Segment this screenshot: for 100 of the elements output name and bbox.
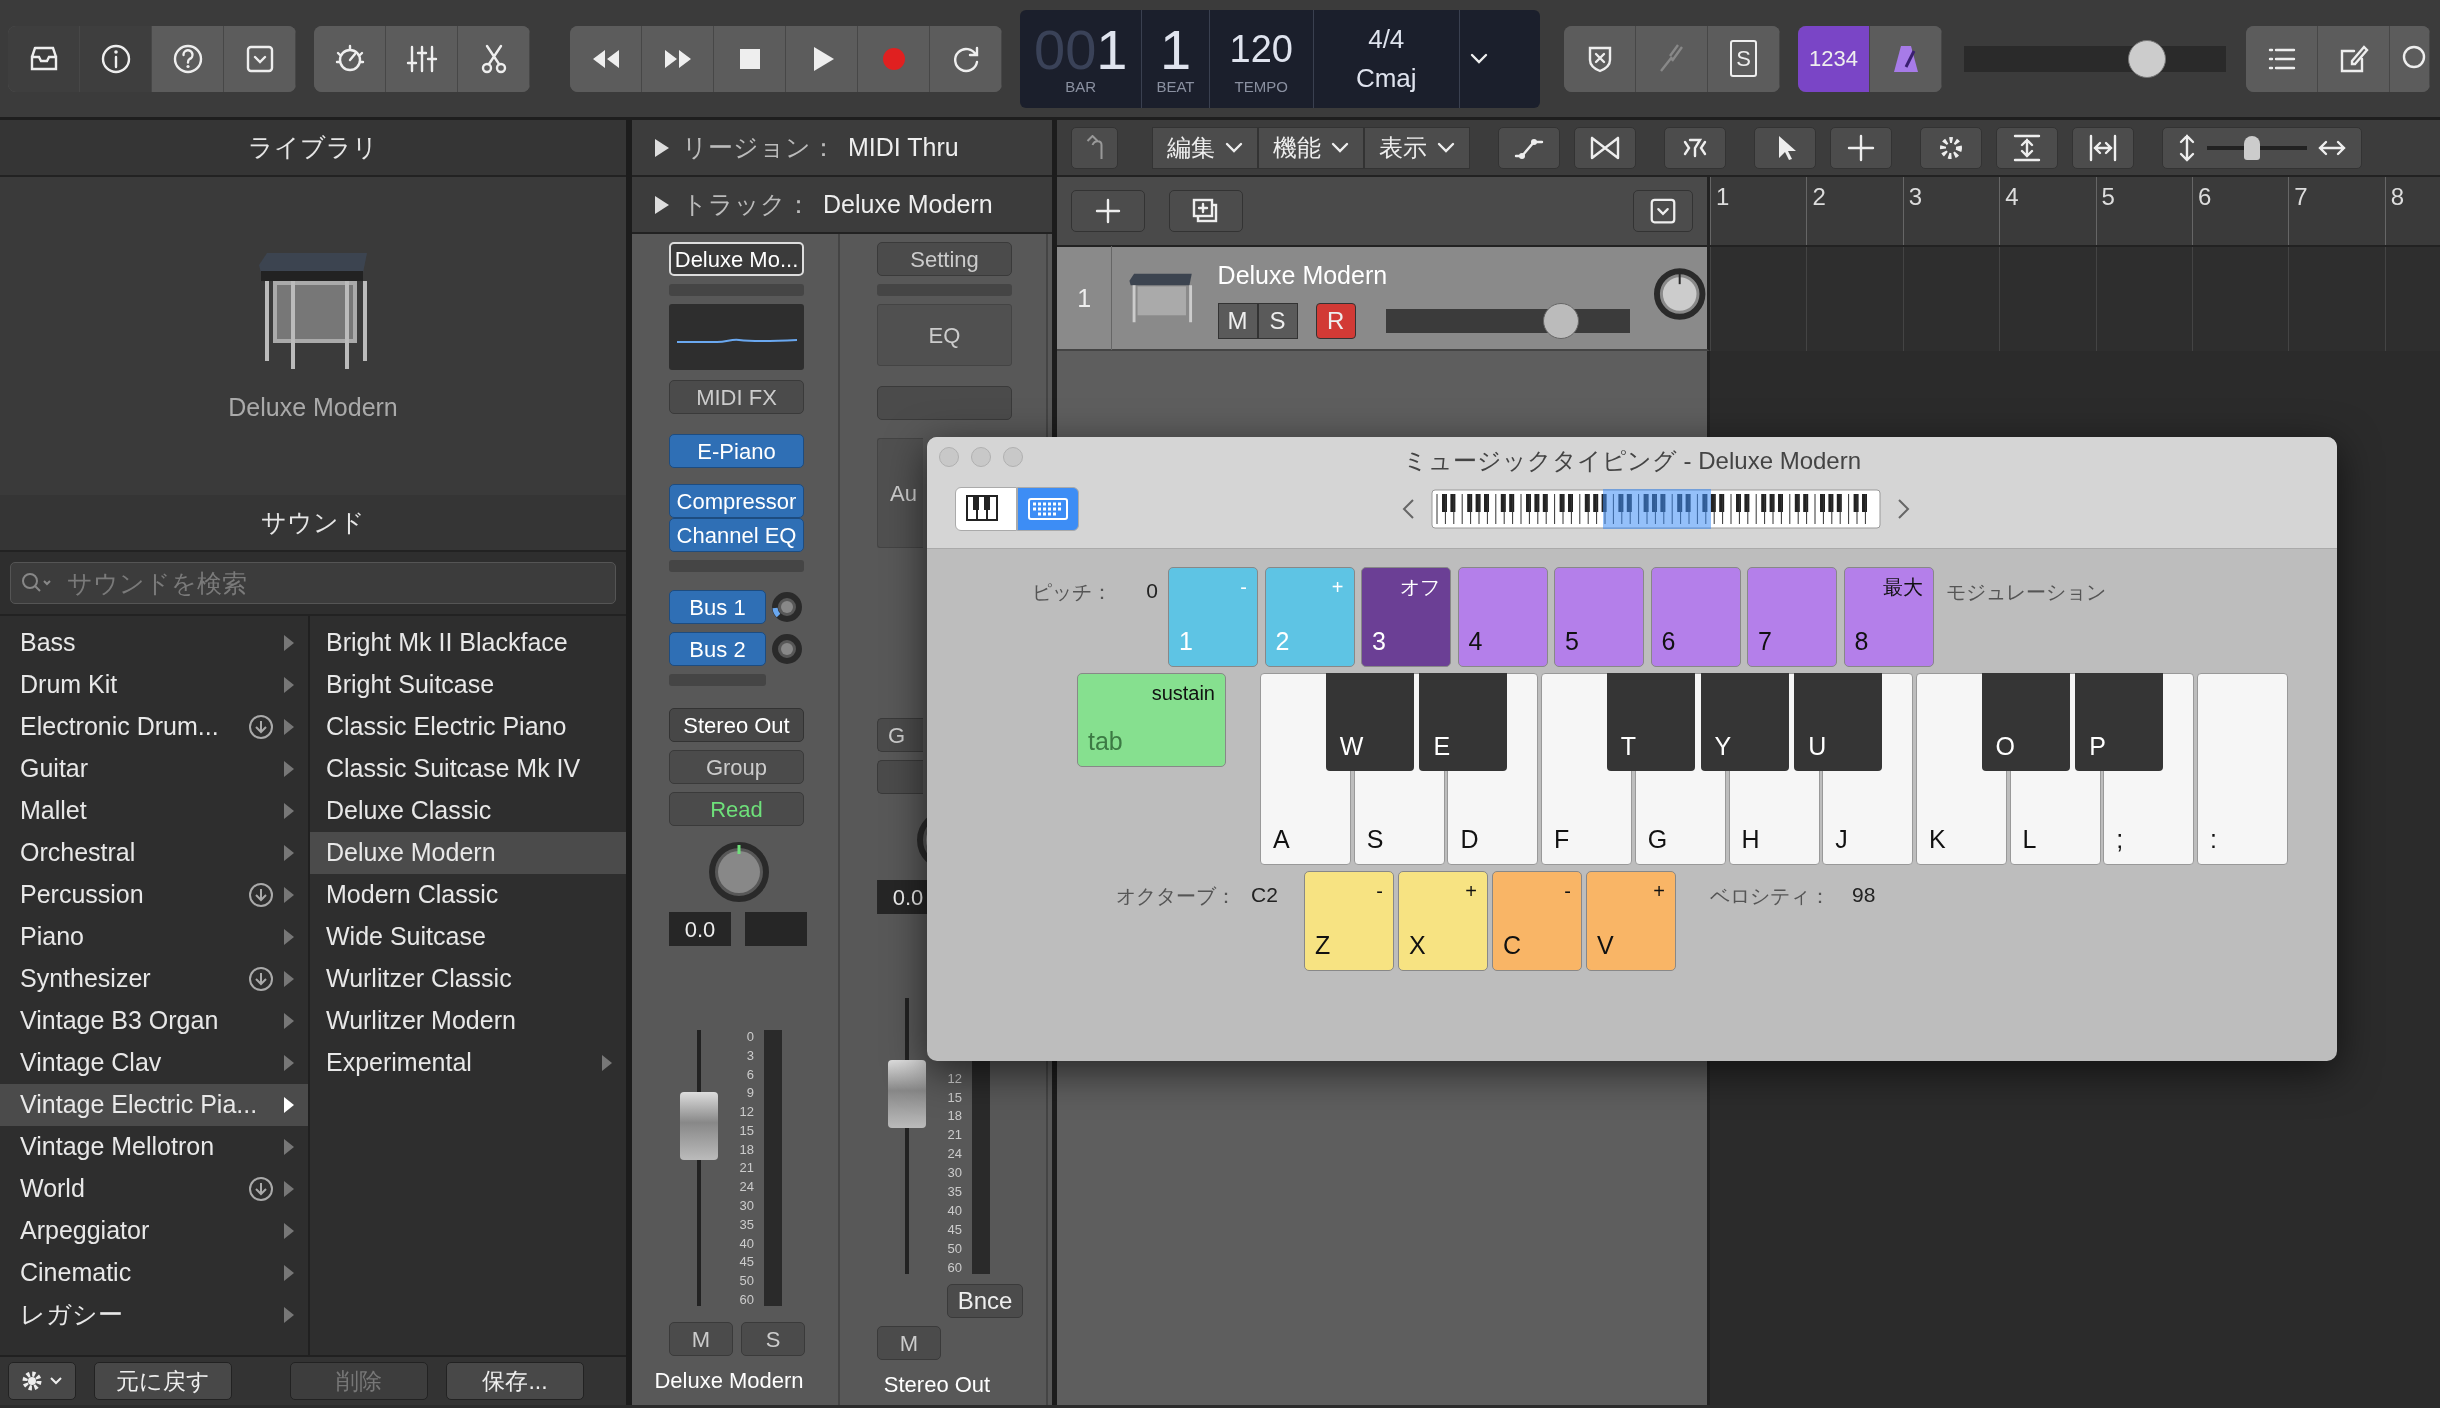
key-button[interactable]: + X — [1398, 871, 1488, 971]
key-button[interactable]: 最大 8 — [1843, 567, 1934, 667]
piano-key[interactable]: O — [1981, 673, 2070, 771]
preset-item[interactable]: Modern Classic — [310, 874, 626, 916]
footer-button[interactable]: 元に戻す — [94, 1362, 232, 1400]
category-item[interactable]: Arpeggiator — [0, 1210, 308, 1252]
gear-button[interactable] — [1920, 126, 1982, 169]
category-item[interactable]: Bass — [0, 622, 308, 664]
slider-thumb[interactable] — [1543, 302, 1580, 339]
category-item[interactable]: Mallet — [0, 790, 308, 832]
preset-item[interactable]: Deluxe Modern — [310, 832, 626, 874]
filter-button[interactable] — [1664, 126, 1726, 169]
category-item[interactable]: Vintage Clav — [0, 1042, 308, 1084]
footer-button[interactable]: 保存... — [446, 1362, 584, 1400]
category-item[interactable]: Vintage Electric Pia... — [0, 1084, 308, 1126]
category-item[interactable]: Vintage B3 Organ — [0, 1000, 308, 1042]
menu-button[interactable]: 表示 — [1364, 126, 1470, 169]
mute-button[interactable]: M — [1217, 302, 1258, 339]
automation-button[interactable] — [1498, 126, 1560, 169]
sustain-key[interactable]: sustain tab — [1077, 673, 1226, 767]
send-slot[interactable]: Bus 2 — [669, 632, 766, 666]
input-mode-button[interactable] — [1017, 487, 1079, 531]
preset-item[interactable]: Wurlitzer Classic — [310, 958, 626, 1000]
preset-item[interactable]: Classic Electric Piano — [310, 706, 626, 748]
rewind-button[interactable] — [570, 25, 642, 92]
key-button[interactable]: 5 — [1554, 567, 1644, 667]
preset-item[interactable]: Wurlitzer Modern — [310, 1000, 626, 1042]
category-item[interactable]: Orchestral — [0, 832, 308, 874]
back-button[interactable] — [1071, 126, 1118, 169]
count-in-button[interactable]: 1234 — [1798, 25, 1870, 92]
category-item[interactable]: Cinematic — [0, 1252, 308, 1294]
flex-button[interactable] — [1574, 126, 1636, 169]
bounce-button[interactable]: Bnce — [947, 1284, 1023, 1318]
automation-mode-button[interactable]: Read — [669, 792, 804, 826]
slider-thumb[interactable] — [2244, 135, 2260, 160]
category-item[interactable]: Drum Kit — [0, 664, 308, 706]
audio-fx-slot[interactable]: Channel EQ — [669, 518, 804, 552]
preset-item[interactable]: Classic Suitcase Mk IV — [310, 748, 626, 790]
preset-item[interactable]: Bright Suitcase — [310, 664, 626, 706]
mute-button[interactable]: M — [877, 1326, 941, 1360]
key-button[interactable]: 6 — [1650, 567, 1741, 667]
category-item[interactable]: レガシー — [0, 1294, 308, 1336]
piano-key[interactable]: T — [1606, 673, 1695, 771]
vertical-fit-button[interactable] — [1996, 126, 2058, 169]
track-header[interactable]: 1 Deluxe Modern M S R — [1057, 247, 1710, 351]
category-item[interactable]: Vintage Mellotron — [0, 1126, 308, 1168]
group-slot[interactable]: G — [877, 718, 923, 752]
dial-button[interactable] — [314, 25, 386, 92]
list-button[interactable] — [2246, 25, 2318, 92]
duplicate-track-button[interactable] — [1169, 190, 1243, 232]
piano-key[interactable]: W — [1325, 673, 1414, 771]
preset-item[interactable]: Wide Suitcase — [310, 916, 626, 958]
add-track-button[interactable] — [1071, 190, 1145, 232]
settings-button[interactable] — [8, 1362, 76, 1400]
piano-key[interactable]: P — [2075, 673, 2164, 771]
key-button[interactable]: + V — [1586, 871, 1676, 971]
pointer-button[interactable] — [1754, 126, 1816, 169]
piano-key[interactable]: U — [1794, 673, 1883, 771]
slider-thumb[interactable] — [2128, 39, 2167, 78]
horizontal-fit-button[interactable] — [2072, 126, 2134, 169]
output-slot[interactable]: Stereo Out — [669, 708, 804, 742]
piano-key[interactable]: E — [1419, 673, 1508, 771]
preset-item[interactable]: Deluxe Classic — [310, 790, 626, 832]
menu-button[interactable]: 機能 — [1258, 126, 1364, 169]
key-button[interactable]: - C — [1492, 871, 1582, 971]
category-item[interactable]: Guitar — [0, 748, 308, 790]
record-enable-button[interactable]: R — [1315, 302, 1356, 339]
keyboard-range-selector[interactable] — [1431, 489, 1881, 529]
mute-button[interactable]: M — [669, 1322, 733, 1356]
menu-button[interactable]: 編集 — [1152, 126, 1258, 169]
zoom-slider[interactable] — [2162, 126, 2362, 169]
input-mode-button[interactable] — [955, 487, 1017, 531]
search-field[interactable]: サウンドを検索 — [10, 562, 616, 604]
channel-setting-button[interactable]: Deluxe Mo... — [669, 242, 804, 276]
category-item[interactable]: Piano — [0, 916, 308, 958]
x-button[interactable] — [1564, 25, 1636, 92]
solo-button[interactable]: S — [1257, 302, 1298, 339]
key-button[interactable]: オフ 3 — [1361, 567, 1451, 667]
category-item[interactable]: World — [0, 1168, 308, 1210]
channel-setting-button[interactable]: Setting — [877, 242, 1012, 276]
category-item[interactable]: Synthesizer — [0, 958, 308, 1000]
audio-fx-slot[interactable]: Au — [877, 438, 923, 548]
dropdown-button[interactable] — [1633, 190, 1693, 232]
category-item[interactable]: Electronic Drum... — [0, 706, 308, 748]
key-button[interactable]: 4 — [1457, 567, 1548, 667]
group-slot[interactable]: Group — [669, 750, 804, 784]
solo-button[interactable]: S — [741, 1322, 805, 1356]
instrument-slot[interactable]: E-Piano — [669, 434, 804, 468]
crosshair-button[interactable] — [1830, 126, 1892, 169]
audio-fx-slot[interactable]: Compressor — [669, 484, 804, 518]
piano-key[interactable]: : — [2197, 673, 2288, 865]
piano-key[interactable]: Y — [1700, 673, 1789, 771]
send-slot[interactable]: Bus 1 — [669, 590, 766, 624]
preset-item[interactable]: Bright Mk II Blackface — [310, 622, 626, 664]
midi-fx-button[interactable]: MIDI FX — [669, 380, 804, 414]
category-item[interactable]: Percussion — [0, 874, 308, 916]
eq-slot[interactable]: EQ — [877, 304, 1012, 366]
key-button[interactable]: - Z — [1304, 871, 1394, 971]
key-button[interactable]: 7 — [1747, 567, 1837, 667]
preset-item[interactable]: Experimental — [310, 1042, 626, 1084]
